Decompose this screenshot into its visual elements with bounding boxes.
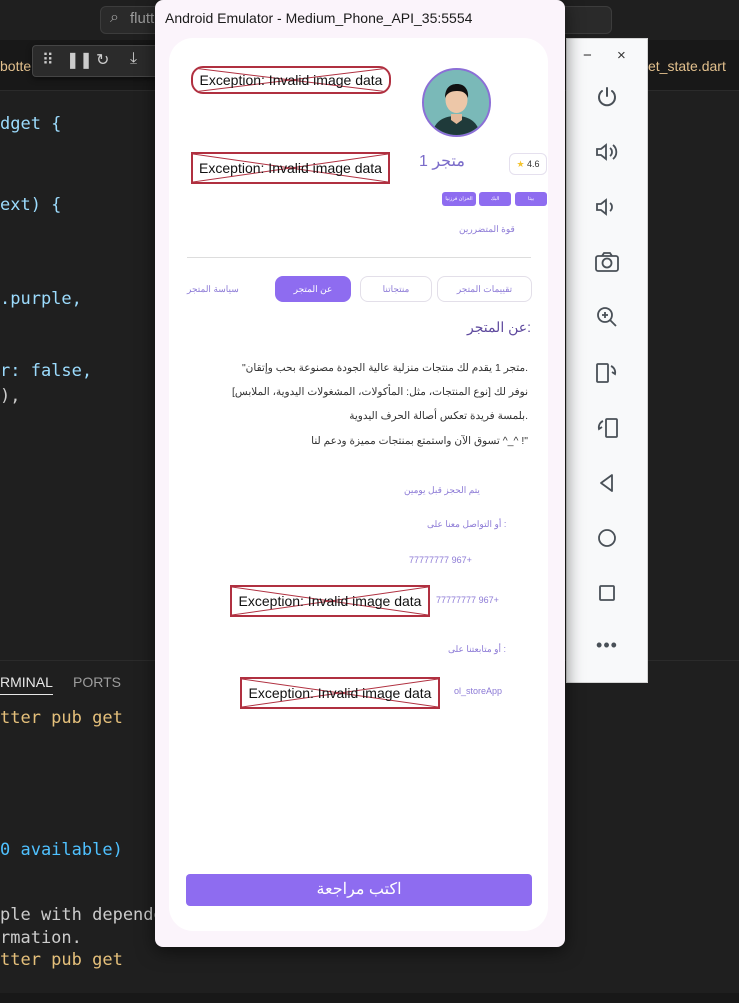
contact-label: : أو التواصل معنا على (427, 519, 507, 529)
booking-note: يتم الحجز قبل يومين (404, 485, 480, 495)
volume-up-icon[interactable] (567, 140, 647, 170)
power-icon[interactable] (567, 85, 647, 115)
image-error-text: Exception: Invalid image data (238, 593, 422, 609)
pause-icon[interactable]: ❚❚ (66, 50, 93, 70)
social-handle[interactable]: ol_storeApp (454, 686, 502, 696)
status-bar (0, 993, 739, 1003)
code-line: .purple, (0, 289, 82, 309)
rating-value: 4.6 (527, 159, 540, 169)
rating-badge: ★ 4.6 (509, 153, 547, 175)
emulator-window: Android Emulator - Medium_Phone_API_35:5… (155, 0, 565, 947)
emulator-side-panel: − × ••• (566, 38, 648, 683)
image-error-text: Exception: Invalid image data (199, 160, 382, 176)
about-line: .متجر 1 يقدم لك منتجات منزلية عالية الجو… (241, 362, 528, 374)
mini-button[interactable]: الخزان فرزنيا (442, 192, 476, 206)
mini-button[interactable]: بيتا (515, 192, 547, 206)
image-error-cover: Exception: Invalid image data (191, 66, 391, 94)
zoom-icon[interactable] (567, 305, 647, 335)
volume-down-icon[interactable] (567, 195, 647, 225)
editor-tab-right[interactable]: et_state.dart (648, 58, 726, 74)
about-line: "! ^_^ تسوق الآن واستمتع بمنتجات مميزة و… (311, 435, 528, 447)
code-line: r: false, (0, 361, 93, 381)
followers-label: قوة المتضررين (459, 224, 515, 234)
tab-about-store[interactable]: عن المتجر (275, 276, 351, 302)
image-error-cover: Exception: Invalid image data (240, 677, 440, 709)
store-name: متجر 1 (419, 153, 465, 170)
search-icon: ⌕ (110, 9, 119, 26)
camera-icon[interactable] (567, 250, 647, 280)
terminal-line: tter pub get (0, 950, 123, 970)
drag-handle-icon[interactable]: ⠿ (42, 50, 54, 70)
phone-number[interactable]: +967 77777777 (409, 555, 472, 565)
code-line: ), (0, 386, 21, 406)
image-error-cover: Exception: Invalid image data (230, 585, 430, 617)
image-error-text: Exception: Invalid image data (199, 72, 383, 88)
tab-store-reviews[interactable]: تقييمات المتجر (437, 276, 532, 302)
restart-icon[interactable]: ↻ (96, 50, 109, 70)
close-button[interactable]: × (617, 47, 626, 64)
about-title: :عن المتجر (466, 319, 531, 335)
image-error-cover: Exception: Invalid image data (191, 152, 390, 184)
rotate-right-icon[interactable] (567, 415, 647, 447)
phone-number[interactable]: +967 77777777 (436, 595, 499, 605)
more-icon[interactable]: ••• (567, 635, 647, 656)
rotate-left-icon[interactable] (567, 360, 647, 392)
tab-products[interactable]: منتجاتنا (360, 276, 432, 302)
step-over-icon[interactable]: ⤓ (130, 50, 137, 68)
code-line: ext) { (0, 195, 62, 215)
back-icon[interactable] (567, 472, 647, 500)
tab-ports[interactable]: PORTS (73, 674, 121, 690)
tab-terminal[interactable]: RMINAL (0, 674, 53, 695)
mini-button[interactable]: البك (479, 192, 511, 206)
terminal-line: 0 available) (0, 840, 123, 860)
terminal-line: tter pub get (0, 708, 123, 728)
search-text: flutt (130, 10, 155, 27)
star-icon: ★ (516, 159, 525, 169)
person-avatar-icon (424, 70, 489, 135)
code-line: dget { (0, 114, 62, 134)
minimize-button[interactable]: − (583, 47, 592, 64)
about-line: نوفر لك [نوع المنتجات، مثل: المأكولات، ا… (232, 386, 528, 398)
terminal-line: rmation. (0, 928, 82, 948)
overview-icon[interactable] (567, 582, 647, 610)
tab-store-policy[interactable]: سياسة المتجر (187, 284, 239, 295)
store-avatar[interactable] (422, 68, 491, 137)
divider (187, 257, 531, 258)
write-review-button[interactable]: اكتب مراجعة (186, 874, 532, 906)
phone-screen: Exception: Invalid image data Exception:… (169, 38, 548, 931)
about-line: .بلمسة فريدة تعكس أصالة الحرف اليدوية (349, 410, 528, 422)
image-error-text: Exception: Invalid image data (248, 685, 432, 701)
editor-tab-left[interactable]: botte (0, 58, 31, 74)
emulator-title: Android Emulator - Medium_Phone_API_35:5… (165, 10, 473, 26)
follow-label: : أو متابعتنا على (448, 644, 506, 654)
home-icon[interactable] (567, 527, 647, 555)
